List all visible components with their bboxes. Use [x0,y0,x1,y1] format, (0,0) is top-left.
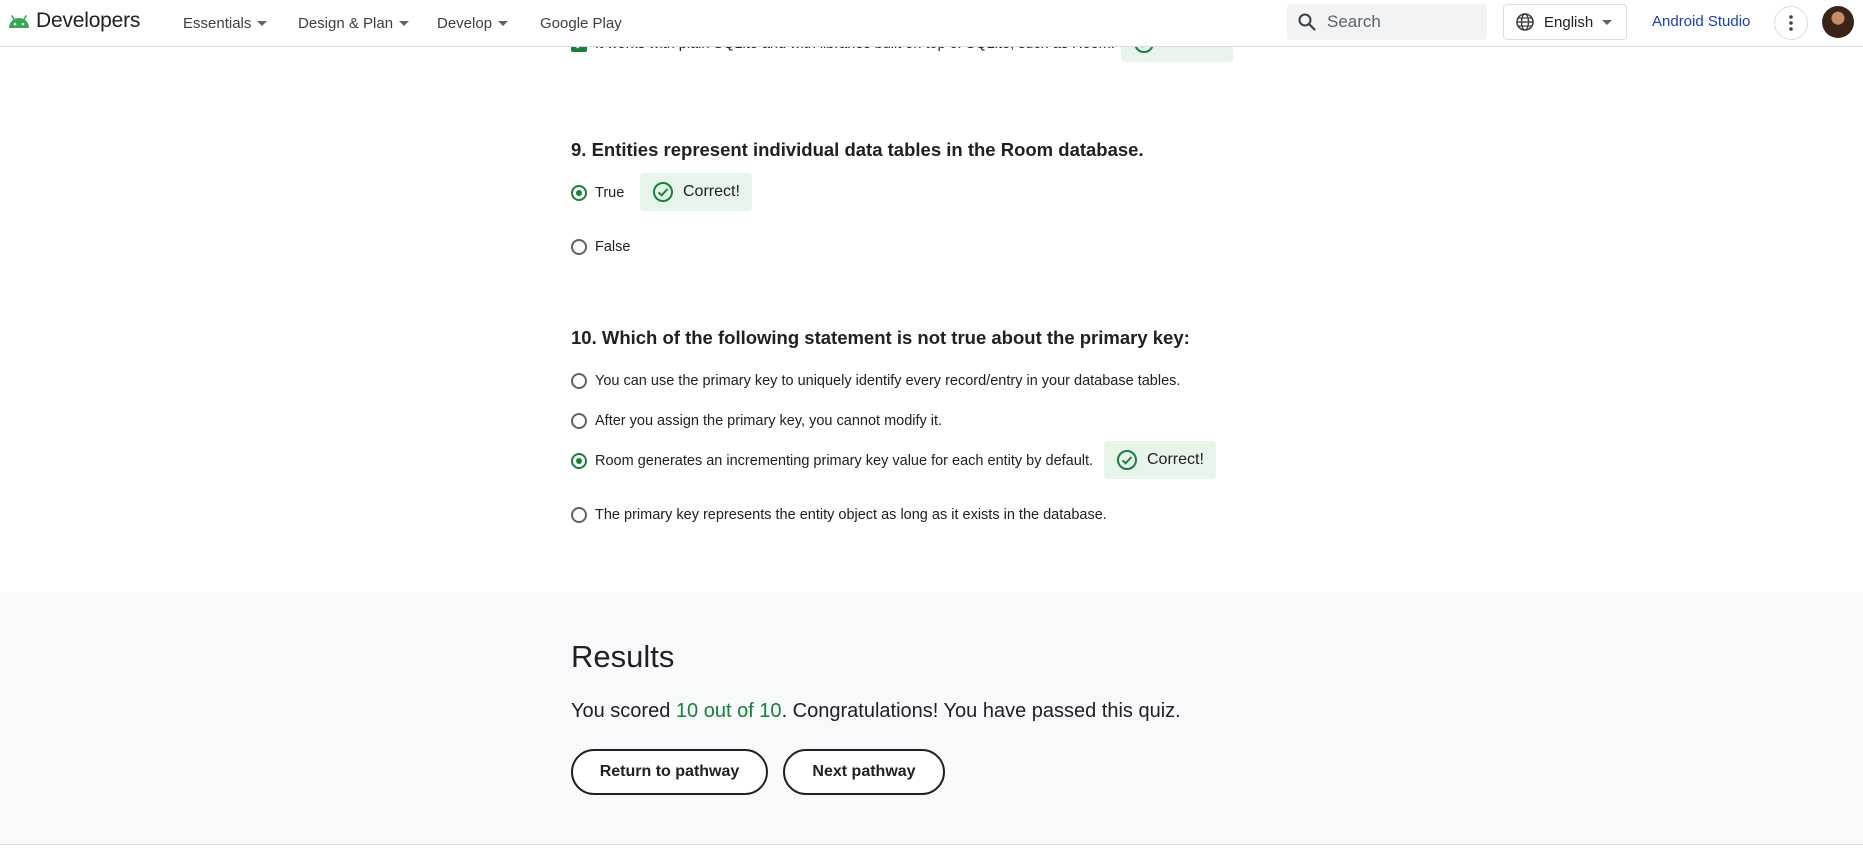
question-9-title: 9. Entities represent individual data ta… [571,139,1144,160]
radio-unselected[interactable] [571,373,587,389]
q10-correct-label: Correct! [1147,451,1204,468]
search-icon [1298,13,1316,31]
nav-essentials-label: Essentials [183,14,252,32]
q9-option-true[interactable]: True [571,185,624,201]
next-pathway-label: Next pathway [812,763,916,780]
q10-option-2[interactable]: After you assign the primary key, you ca… [571,413,942,429]
return-to-pathway-label: Return to pathway [599,763,740,780]
check-circle-icon [653,182,673,202]
radio-selected[interactable] [571,185,587,201]
nav-google-play-label: Google Play [540,14,622,32]
android-studio-link[interactable]: Android Studio [1652,13,1750,30]
check-circle-icon [1117,450,1137,470]
logo-text: Developers [36,9,141,32]
developers-logo[interactable]: Developers [6,9,140,33]
q9-option-true-label: True [595,185,625,201]
language-selector[interactable]: English [1503,4,1627,40]
top-app-bar: Developers Essentials Design & Plan Deve… [0,0,1863,47]
search-placeholder: Search [1327,12,1381,31]
question-9: 9. Entities represent individual data ta… [571,139,1144,161]
q9-option-false-label: False [595,239,631,255]
results-suffix: . Congratulations! You have passed this … [781,700,1181,722]
nav-design-plan[interactable]: Design & Plan [298,0,410,46]
q10-option-1-label: You can use the primary key to uniquely … [595,373,1181,389]
question-10: 10. Which of the following statement is … [571,327,1190,349]
q10-correct-badge: Correct! [1104,441,1216,479]
question-10-title: 10. Which of the following statement is … [571,327,1190,348]
radio-selected[interactable] [571,453,587,469]
search-box[interactable]: Search [1287,4,1487,40]
nav-essentials[interactable]: Essentials [183,0,268,46]
more-vert-icon [1789,15,1793,31]
results-score: 10 out of 10 [675,700,782,722]
q10-option-1[interactable]: You can use the primary key to uniquely … [571,373,1180,389]
globe-icon [1516,13,1534,31]
chevron-down-icon [498,20,509,26]
chevron-down-icon [257,20,268,26]
results-score-line: You scored 10 out of 10. Congratulations… [571,700,1181,723]
q10-option-4[interactable]: The primary key represents the entity ob… [571,507,1107,523]
chevron-down-icon [1602,19,1613,25]
nav-develop[interactable]: Develop [437,0,509,46]
results-title: Results [571,639,675,674]
return-to-pathway-button[interactable]: Return to pathway [571,749,768,795]
radio-unselected[interactable] [571,239,587,255]
android-logo-icon [9,15,29,28]
chevron-down-icon [399,20,410,26]
next-pathway-button[interactable]: Next pathway [783,749,945,795]
q9-option-false[interactable]: False [571,239,630,255]
q9-correct-label: Correct! [683,183,740,200]
q10-option-2-label: After you assign the primary key, you ca… [595,413,943,429]
radio-unselected[interactable] [571,413,587,429]
q10-option-3-label: Room generates an incrementing primary k… [595,453,1094,469]
q10-option-4-label: The primary key represents the entity ob… [595,507,1107,523]
results-prefix: You scored [571,700,676,722]
nav-design-plan-label: Design & Plan [298,14,394,32]
more-options-button[interactable] [1774,6,1808,40]
user-avatar[interactable] [1822,6,1854,38]
radio-unselected[interactable] [571,507,587,523]
q9-correct-badge: Correct! [640,173,752,211]
language-label: English [1544,13,1594,31]
nav-develop-label: Develop [437,14,493,32]
nav-google-play[interactable]: Google Play [540,0,622,46]
results-section: Results You scored 10 out of 10. Congrat… [0,592,1863,845]
q10-option-3[interactable]: Room generates an incrementing primary k… [571,453,1093,469]
